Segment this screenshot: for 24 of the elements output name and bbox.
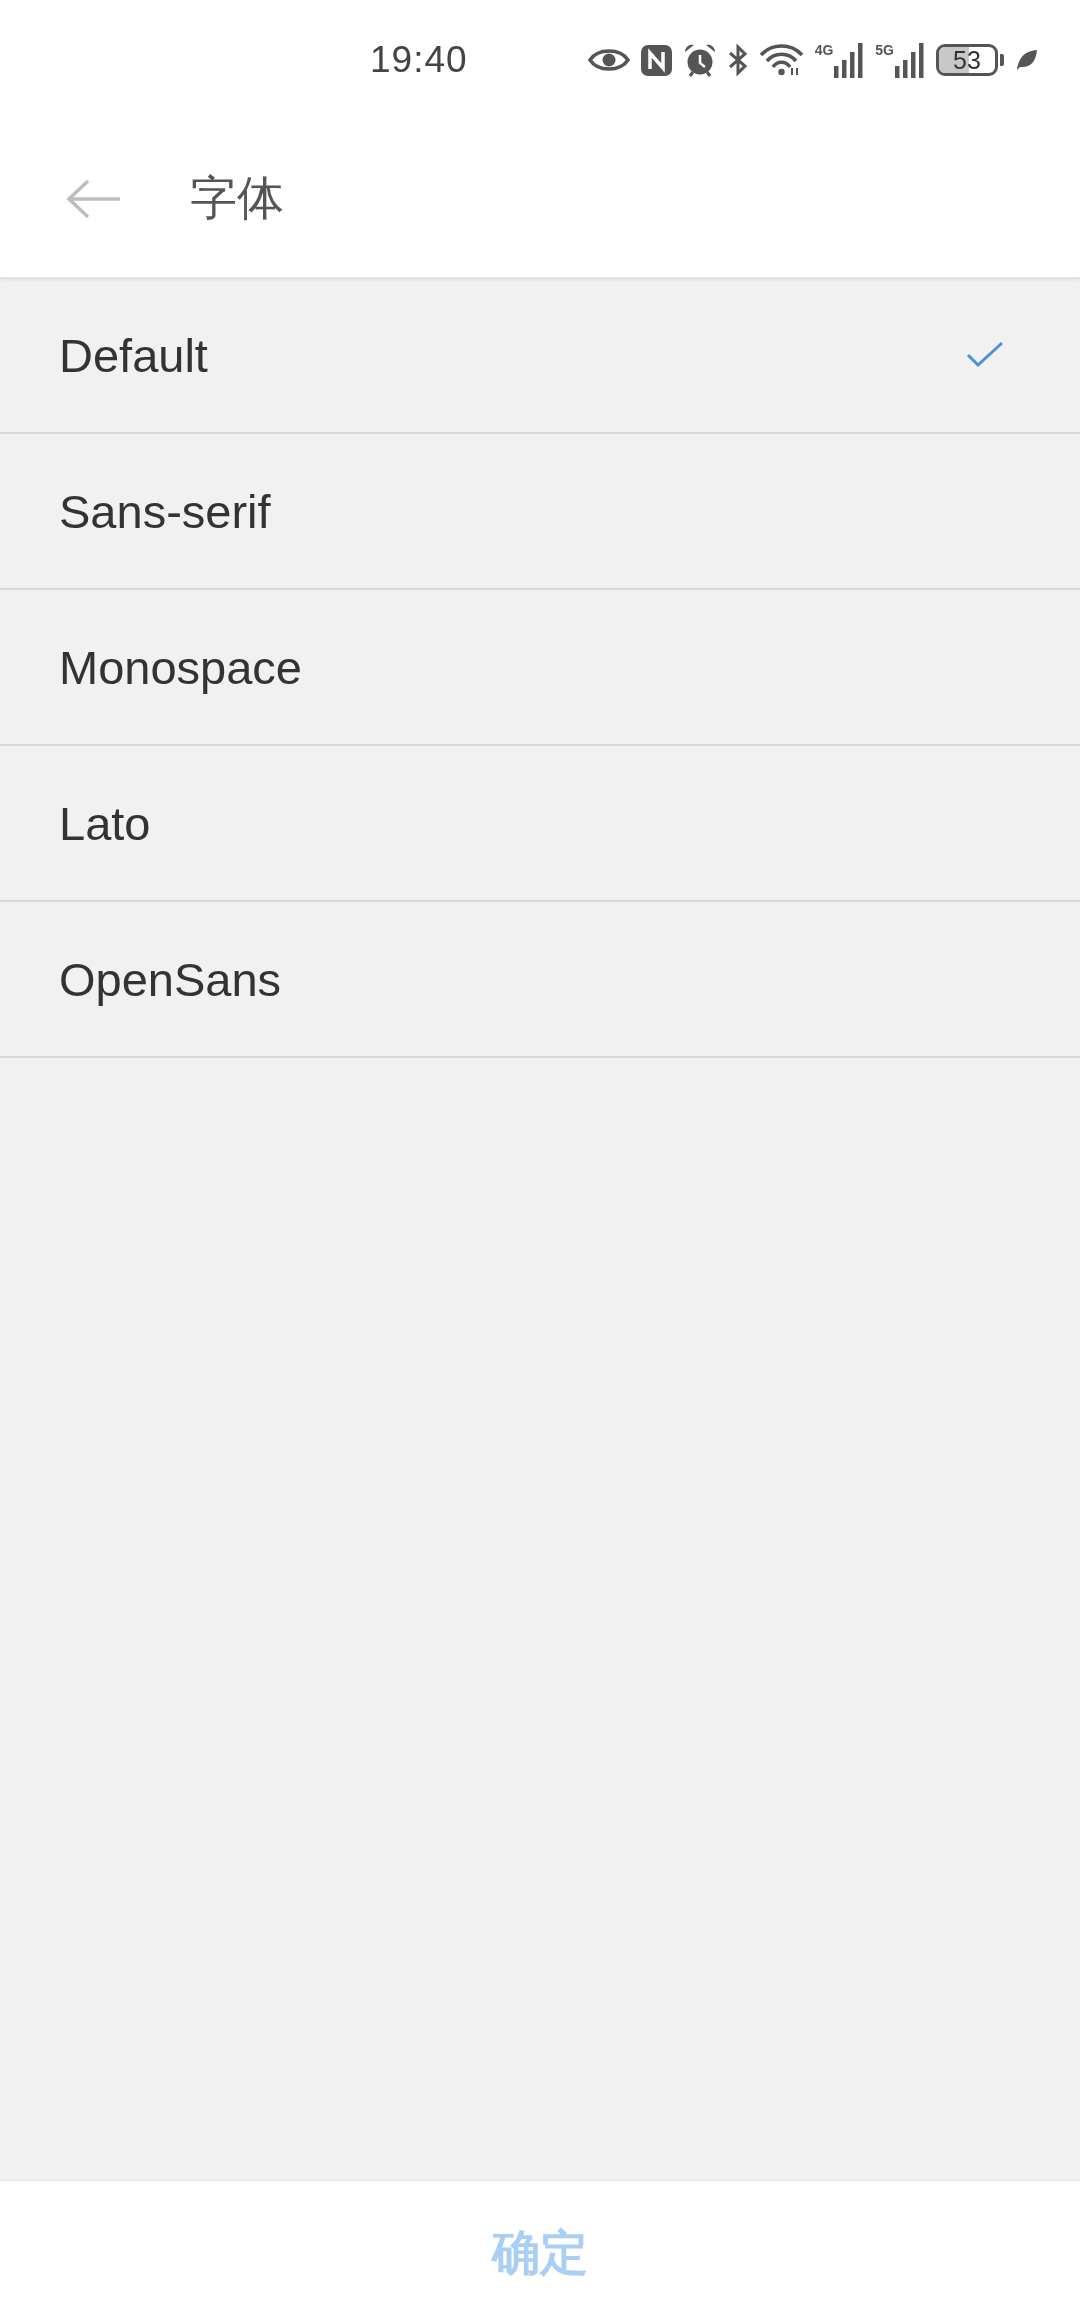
font-option-label: Default (59, 327, 208, 383)
font-option[interactable]: Lato (0, 746, 1080, 902)
signal-bars-icon (834, 42, 865, 78)
font-option-label: Lato (59, 795, 151, 851)
network-type-label: 5G (875, 42, 894, 58)
page-title: 字体 (190, 170, 284, 226)
network-type-label: 4G (814, 42, 834, 58)
font-option[interactable]: Sans-serif (0, 434, 1080, 590)
leaf-icon (1015, 49, 1038, 71)
battery-level-text: 53 (953, 47, 981, 73)
font-option[interactable]: OpenSans (0, 902, 1080, 1058)
eye-icon (587, 47, 630, 73)
bluetooth-icon (727, 44, 748, 76)
alarm-clock-icon (682, 42, 717, 78)
nfc-icon (640, 44, 672, 76)
signal-bars-icon (895, 42, 925, 78)
font-option-label: OpenSans (59, 951, 282, 1007)
font-option[interactable]: Default (0, 278, 1080, 434)
status-time: 19:40 (370, 39, 468, 81)
font-option[interactable]: Monospace (0, 590, 1080, 746)
wifi-icon (758, 44, 804, 76)
font-option-label: Sans-serif (59, 483, 271, 539)
font-option-label: Monospace (59, 639, 302, 695)
back-arrow-icon[interactable] (66, 177, 122, 220)
